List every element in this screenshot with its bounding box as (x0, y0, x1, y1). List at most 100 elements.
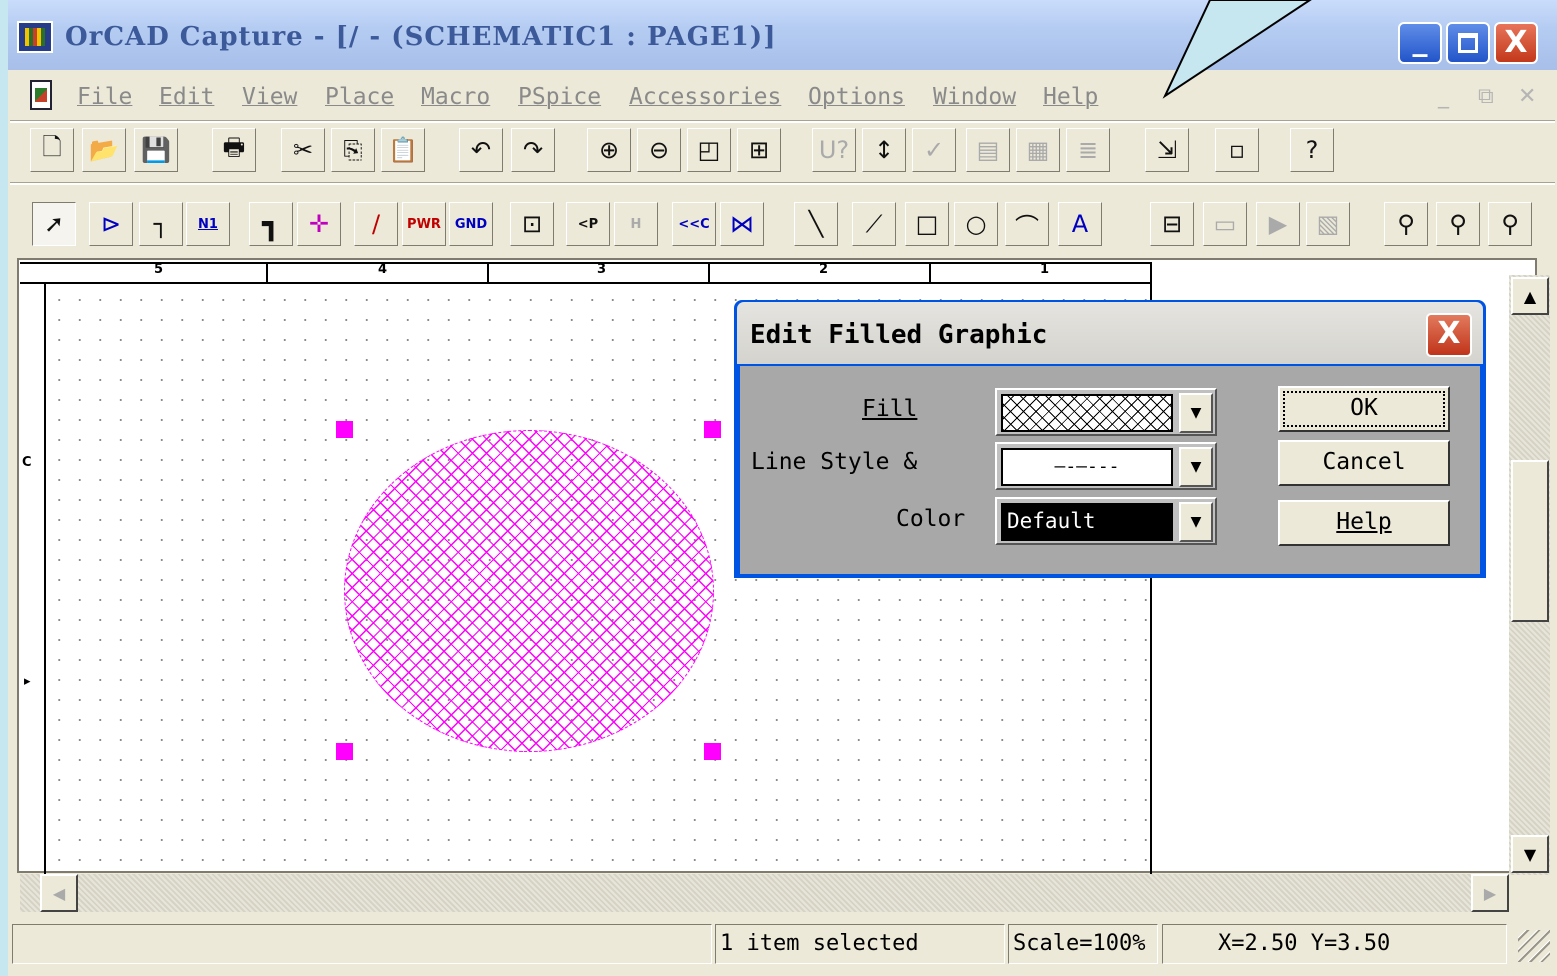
cut-scissors-icon[interactable]: ✂ (281, 128, 325, 172)
cancel-button[interactable]: Cancel (1278, 440, 1450, 486)
new-simulation-profile-icon[interactable]: ⊟ (1150, 202, 1194, 246)
selection-handle[interactable] (704, 421, 721, 438)
fill-dropdown[interactable]: ▼ (995, 388, 1217, 436)
scroll-right-icon[interactable]: ▶ (1471, 874, 1509, 912)
menu-options[interactable]: Options (808, 84, 905, 110)
place-ground-icon[interactable]: GND (449, 202, 493, 246)
chevron-down-icon[interactable]: ▼ (1179, 447, 1213, 487)
place-wire-icon[interactable]: ┐ (139, 202, 183, 246)
page-border-left (44, 284, 46, 874)
draw-toolbar: ➚ ⊳ ┐ N1 ┓ ✛ ∕ PWR GND ⊡ <P H <<C ⋈ ╲ ⟋ … (0, 202, 1557, 252)
zoom-all-icon[interactable]: ⊞ (737, 128, 781, 172)
place-bus-icon[interactable]: ┓ (249, 202, 293, 246)
place-hierarchical-block-icon[interactable]: ⊡ (510, 202, 554, 246)
zone-divider (708, 262, 710, 284)
mdi-close-button[interactable]: ✕ (1518, 84, 1536, 109)
save-disk-icon[interactable]: 💾 (134, 128, 178, 172)
chevron-down-icon[interactable]: ▼ (1179, 393, 1213, 433)
chevron-down-icon[interactable]: ▼ (1179, 502, 1213, 542)
select-tool-icon[interactable]: ➚ (32, 202, 76, 246)
place-bus-entry-icon[interactable]: ∕ (354, 202, 398, 246)
drc-icon[interactable]: ✓ (912, 128, 956, 172)
place-polyline-icon[interactable]: ⟋ (852, 202, 896, 246)
view-simulation-results-icon[interactable]: ▧ (1306, 202, 1350, 246)
netlist-icon[interactable]: ▤ (966, 128, 1010, 172)
menu-help[interactable]: Help (1043, 84, 1098, 110)
close-button[interactable]: X (1494, 22, 1538, 64)
vertical-scroll-thumb[interactable] (1511, 460, 1549, 622)
minimize-button[interactable]: _ (1398, 22, 1442, 64)
place-rectangle-icon[interactable]: □ (905, 202, 949, 246)
place-arc-icon[interactable]: ⌒ (1005, 202, 1049, 246)
place-net-alias-icon[interactable]: N1 (186, 202, 230, 246)
differential-marker-icon[interactable]: ⚲ (1488, 202, 1532, 246)
menu-macro[interactable]: Macro (421, 84, 490, 110)
copy-icon[interactable]: ⎘ (331, 128, 375, 172)
selection-handle[interactable] (704, 743, 721, 760)
zoom-area-icon[interactable]: ◰ (687, 128, 731, 172)
zone-marker: ▸ (24, 674, 31, 689)
selection-handle[interactable] (336, 421, 353, 438)
new-document-icon[interactable]: 🗋 (30, 128, 74, 172)
place-off-page-connector-icon[interactable]: <<C (672, 202, 716, 246)
help-icon[interactable]: ? (1290, 128, 1334, 172)
menu-place[interactable]: Place (325, 84, 394, 110)
menu-edit[interactable]: Edit (159, 84, 214, 110)
window-title: OrCAD Capture - [/ - (SCHEMATIC1 : PAGE1… (65, 22, 777, 52)
run-simulation-icon[interactable]: ▶ (1256, 202, 1300, 246)
zoom-out-icon[interactable]: ⊖ (637, 128, 681, 172)
status-selection: 1 item selected (715, 924, 1005, 964)
print-icon[interactable]: 🖶 (212, 128, 256, 172)
document-system-icon[interactable] (30, 80, 52, 110)
place-ellipse-icon[interactable]: ○ (954, 202, 998, 246)
orcad-app-icon[interactable] (17, 21, 53, 53)
menu-accessories[interactable]: Accessories (629, 84, 781, 110)
status-message (12, 924, 712, 964)
open-folder-icon[interactable]: 📂 (82, 128, 126, 172)
menu-file[interactable]: File (77, 84, 132, 110)
zone-label: 3 (597, 262, 607, 277)
horizontal-scrollbar[interactable] (20, 874, 1509, 912)
edit-simulation-settings-icon[interactable]: ▭ (1203, 202, 1247, 246)
menu-window[interactable]: Window (933, 84, 1016, 110)
maximize-button[interactable] (1446, 22, 1490, 64)
place-junction-icon[interactable]: ✛ (297, 202, 341, 246)
help-button[interactable]: Help (1278, 500, 1450, 546)
back-annotate-icon[interactable]: ↕ (862, 128, 906, 172)
menu-view[interactable]: View (242, 84, 297, 110)
annotate-icon[interactable]: U? (812, 128, 856, 172)
cross-reference-icon[interactable]: ▦ (1016, 128, 1060, 172)
mdi-minimize-button[interactable]: _ (1438, 84, 1449, 109)
dialog-close-button[interactable]: X (1426, 313, 1472, 357)
ok-button[interactable]: OK (1278, 386, 1450, 432)
color-dropdown[interactable]: Default ▼ (995, 497, 1217, 545)
place-pin-icon[interactable]: H (614, 202, 658, 246)
place-text-icon[interactable]: A (1058, 202, 1102, 246)
undo-icon[interactable]: ↶ (459, 128, 503, 172)
place-port-icon[interactable]: <P (566, 202, 610, 246)
place-part-icon[interactable]: ⊳ (89, 202, 133, 246)
paste-icon[interactable]: 📋 (381, 128, 425, 172)
scroll-down-icon[interactable]: ▼ (1511, 835, 1549, 873)
snap-to-grid-icon[interactable]: ⇲ (1145, 128, 1189, 172)
toolbar-divider (10, 182, 1555, 185)
zoom-in-icon[interactable]: ⊕ (587, 128, 631, 172)
line-style-dropdown[interactable]: —-—--- ▼ (995, 442, 1217, 490)
mdi-restore-button[interactable]: ⧉ (1478, 84, 1494, 109)
menu-pspice[interactable]: PSpice (518, 84, 601, 110)
place-power-icon[interactable]: PWR (402, 202, 446, 246)
scroll-left-icon[interactable]: ◀ (40, 874, 78, 912)
selection-handle[interactable] (336, 743, 353, 760)
project-manager-icon[interactable]: ▫ (1215, 128, 1259, 172)
redo-icon[interactable]: ↷ (511, 128, 555, 172)
place-line-icon[interactable]: ╲ (794, 202, 838, 246)
bill-of-materials-icon[interactable]: ≣ (1066, 128, 1110, 172)
filled-ellipse-graphic[interactable] (344, 430, 714, 752)
status-coordinates: X=2.50 Y=3.50 (1162, 924, 1507, 964)
scroll-up-icon[interactable]: ▲ (1511, 277, 1549, 315)
resize-grip-icon[interactable] (1518, 930, 1550, 962)
place-no-connect-icon[interactable]: ⋈ (720, 202, 764, 246)
voltage-marker-icon[interactable]: ⚲ (1384, 202, 1428, 246)
fill-pattern-swatch (1001, 394, 1173, 432)
current-marker-icon[interactable]: ⚲ (1436, 202, 1480, 246)
